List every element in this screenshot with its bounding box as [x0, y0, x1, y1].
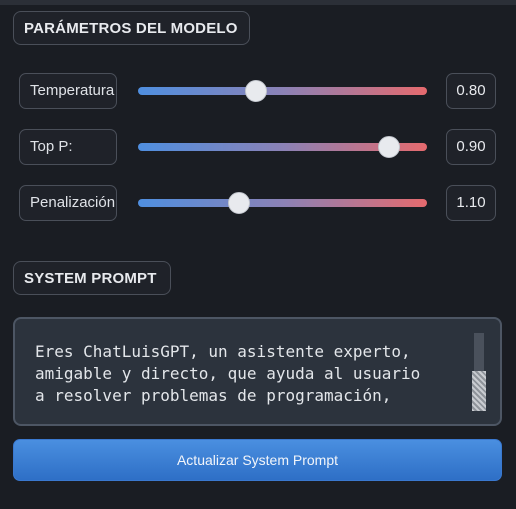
top-p-value[interactable]: 0.90: [446, 129, 496, 165]
top-divider: [0, 0, 516, 5]
update-system-prompt-button[interactable]: Actualizar System Prompt: [13, 439, 502, 481]
system-prompt-title: SYSTEM PROMPT: [13, 261, 171, 295]
top-p-slider[interactable]: [138, 136, 427, 158]
penalty-slider[interactable]: [138, 192, 427, 214]
temperature-value[interactable]: 0.80: [446, 73, 496, 109]
scrollbar-thumb[interactable]: [472, 371, 486, 411]
top-p-label: Top P:: [19, 129, 117, 165]
top-p-slider-thumb[interactable]: [378, 136, 401, 158]
model-params-title: PARÁMETROS DEL MODELO: [13, 11, 250, 45]
temperature-slider-thumb[interactable]: [245, 80, 268, 102]
penalty-value[interactable]: 1.10: [446, 185, 496, 221]
system-prompt-textarea[interactable]: Eres ChatLuisGPT, un asistente experto, …: [13, 317, 502, 426]
temperature-label: Temperatura: [19, 73, 117, 109]
penalty-slider-thumb[interactable]: [228, 192, 251, 214]
prompt-scrollbar[interactable]: [472, 333, 486, 411]
system-prompt-text[interactable]: Eres ChatLuisGPT, un asistente experto, …: [35, 341, 465, 407]
temperature-slider[interactable]: [138, 80, 427, 102]
settings-panel: PARÁMETROS DEL MODELO Temperatura 0.80 T…: [0, 0, 516, 509]
penalty-label: Penalización: [19, 185, 117, 221]
